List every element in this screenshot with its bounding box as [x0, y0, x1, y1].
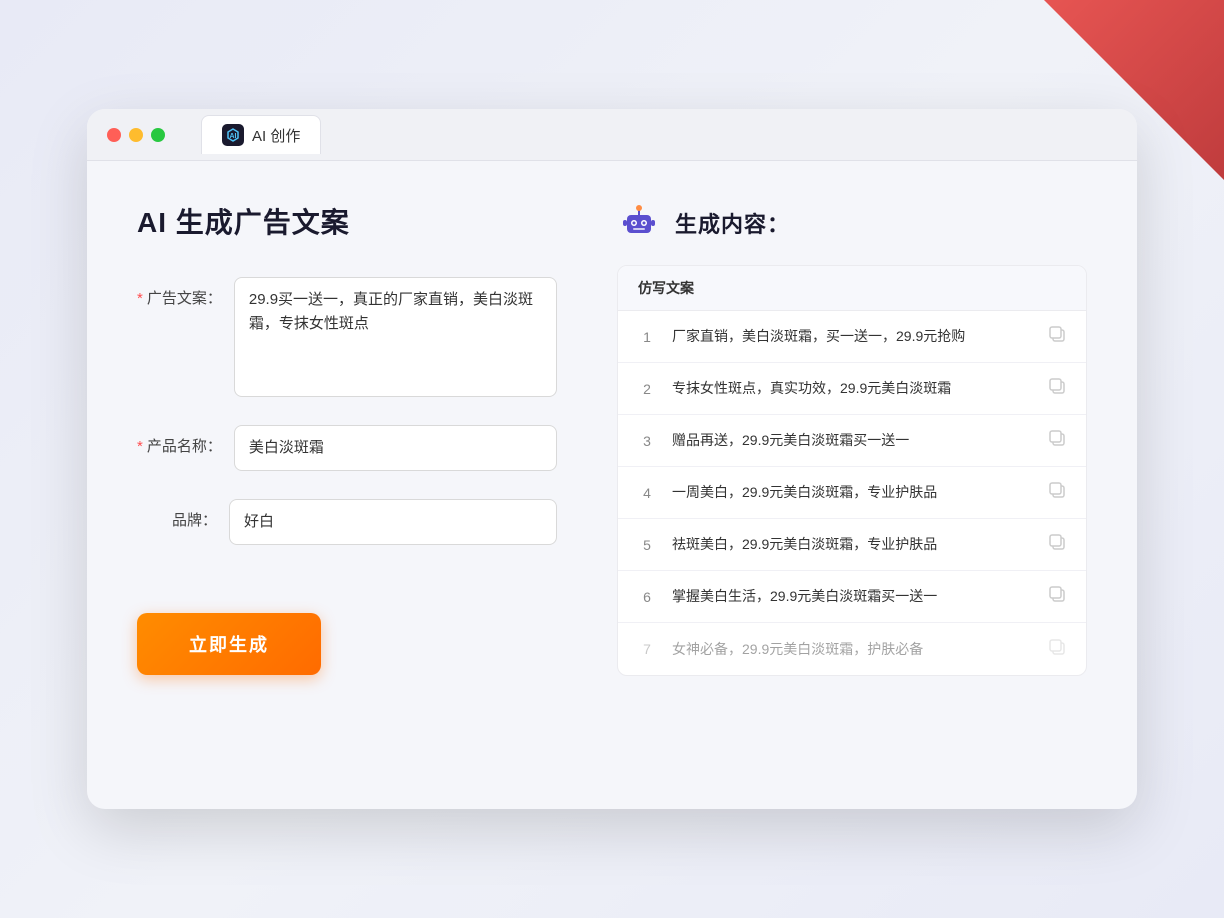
row-number: 2: [638, 381, 656, 397]
close-button[interactable]: [107, 128, 121, 142]
copy-icon[interactable]: [1048, 481, 1066, 504]
robot-icon: [617, 201, 661, 245]
ad-copy-input[interactable]: [234, 277, 557, 397]
ad-copy-label: *广告文案：: [137, 277, 222, 308]
result-row: 5 祛斑美白，29.9元美白淡斑霜，专业护肤品: [618, 519, 1086, 571]
row-text: 赠品再送，29.9元美白淡斑霜买一送一: [672, 430, 1032, 451]
left-panel: AI 生成广告文案 *广告文案： *产品名称： 品牌： 立即生成: [137, 201, 557, 769]
result-row: 6 掌握美白生活，29.9元美白淡斑霜买一送一: [618, 571, 1086, 623]
row-text: 专抹女性斑点，真实功效，29.9元美白淡斑霜: [672, 378, 1032, 399]
row-number: 4: [638, 485, 656, 501]
result-row: 7 女神必备，29.9元美白淡斑霜，护肤必备: [618, 623, 1086, 675]
result-row: 4 一周美白，29.9元美白淡斑霜，专业护肤品: [618, 467, 1086, 519]
ad-copy-group: *广告文案：: [137, 277, 557, 397]
title-bar: AI AI 创作: [87, 109, 1137, 161]
maximize-button[interactable]: [151, 128, 165, 142]
row-text: 女神必备，29.9元美白淡斑霜，护肤必备: [672, 639, 1032, 660]
result-table-header: 仿写文案: [618, 266, 1086, 311]
brand-input[interactable]: [229, 499, 557, 545]
browser-window: AI AI 创作 AI 生成广告文案 *广告文案： *产品名称：: [87, 109, 1137, 809]
minimize-button[interactable]: [129, 128, 143, 142]
brand-label: 品牌：: [137, 499, 217, 530]
result-title: 生成内容：: [675, 207, 790, 239]
copy-icon[interactable]: [1048, 325, 1066, 348]
row-number: 6: [638, 589, 656, 605]
page-title: AI 生成广告文案: [137, 201, 557, 241]
ai-creation-tab[interactable]: AI AI 创作: [201, 115, 321, 154]
product-name-required: *: [137, 438, 143, 455]
product-name-label: *产品名称：: [137, 425, 222, 456]
result-row: 3 赠品再送，29.9元美白淡斑霜买一送一: [618, 415, 1086, 467]
copy-icon[interactable]: [1048, 533, 1066, 556]
right-panel: 生成内容： 仿写文案 1 厂家直销，美白淡斑霜，买一送一，29.9元抢购 2 专抹女性…: [617, 201, 1087, 769]
result-header: 生成内容：: [617, 201, 1087, 245]
row-number: 3: [638, 433, 656, 449]
traffic-lights: [107, 128, 165, 142]
result-table: 仿写文案 1 厂家直销，美白淡斑霜，买一送一，29.9元抢购 2 专抹女性斑点，真实功…: [617, 265, 1087, 676]
svg-text:AI: AI: [230, 133, 237, 140]
copy-icon[interactable]: [1048, 585, 1066, 608]
row-text: 祛斑美白，29.9元美白淡斑霜，专业护肤品: [672, 534, 1032, 555]
copy-icon[interactable]: [1048, 429, 1066, 452]
ad-copy-required: *: [137, 290, 143, 307]
table-header-text: 仿写文案: [638, 280, 694, 296]
row-text: 一周美白，29.9元美白淡斑霜，专业护肤品: [672, 482, 1032, 503]
ai-tab-icon: AI: [222, 124, 244, 146]
row-text: 掌握美白生活，29.9元美白淡斑霜买一送一: [672, 586, 1032, 607]
row-number: 5: [638, 537, 656, 553]
brand-group: 品牌：: [137, 499, 557, 545]
generate-button[interactable]: 立即生成: [137, 613, 321, 675]
result-rows: 1 厂家直销，美白淡斑霜，买一送一，29.9元抢购 2 专抹女性斑点，真实功效，29.…: [618, 311, 1086, 675]
main-content: AI 生成广告文案 *广告文案： *产品名称： 品牌： 立即生成: [87, 161, 1137, 809]
row-number: 1: [638, 329, 656, 345]
copy-icon[interactable]: [1048, 638, 1066, 661]
product-name-group: *产品名称：: [137, 425, 557, 471]
tab-title: AI 创作: [252, 125, 300, 146]
copy-icon[interactable]: [1048, 377, 1066, 400]
result-row: 1 厂家直销，美白淡斑霜，买一送一，29.9元抢购: [618, 311, 1086, 363]
row-number: 7: [638, 641, 656, 657]
product-name-input[interactable]: [234, 425, 557, 471]
row-text: 厂家直销，美白淡斑霜，买一送一，29.9元抢购: [672, 326, 1032, 347]
result-row: 2 专抹女性斑点，真实功效，29.9元美白淡斑霜: [618, 363, 1086, 415]
